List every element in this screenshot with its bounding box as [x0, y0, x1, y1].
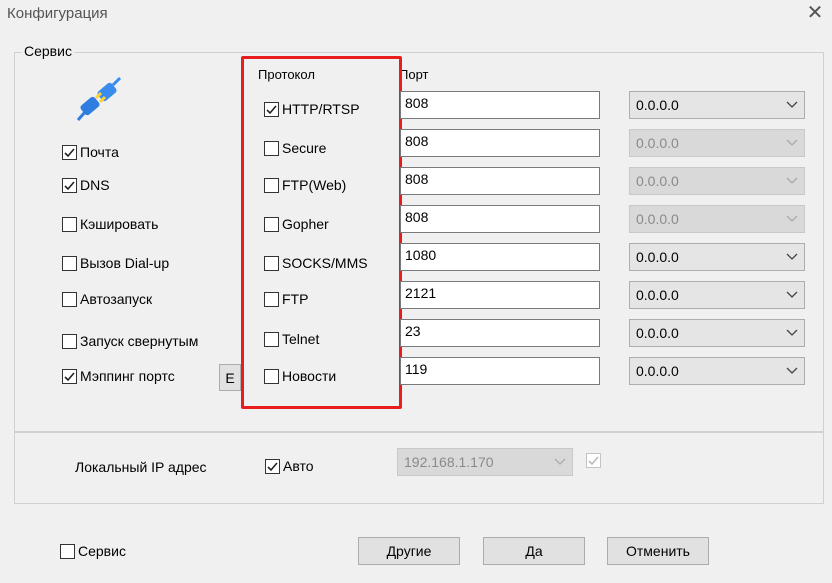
ip-select-news[interactable]: 0.0.0.0 — [629, 357, 805, 385]
port-input-secure[interactable]: 808 — [400, 129, 600, 157]
ip-select-http-rtsp[interactable]: 0.0.0.0 — [629, 91, 805, 119]
checkbox-dns[interactable] — [62, 177, 77, 193]
checkbox-local-ip-extra — [586, 453, 601, 468]
local-ip-auto[interactable]: Авто — [265, 458, 314, 474]
ip-select-value: 0.0.0.0 — [636, 325, 679, 341]
chevron-down-icon — [780, 215, 804, 223]
checkbox-dialup[interactable] — [62, 255, 77, 271]
ip-select-value: 0.0.0.0 — [636, 97, 679, 113]
checkbox-cache[interactable] — [62, 216, 77, 232]
port-input-socks-mms[interactable]: 1080 — [400, 243, 600, 271]
chevron-down-icon — [780, 253, 804, 261]
ip-select-ftp-web: 0.0.0.0 — [629, 167, 805, 195]
chevron-down-icon — [548, 458, 572, 466]
cancel-button[interactable]: Отменить — [607, 537, 709, 565]
label-mail: Почта — [80, 144, 119, 160]
label-dialup: Вызов Dial-up — [80, 255, 170, 271]
label-port-mapping: Мэппинг портс — [80, 368, 175, 384]
ip-select-value: 0.0.0.0 — [636, 249, 679, 265]
local-ip-select: 192.168.1.170 — [397, 448, 573, 476]
ip-select-secure: 0.0.0.0 — [629, 129, 805, 157]
checkbox-start-minimized[interactable] — [62, 333, 77, 349]
port-input-gopher[interactable]: 808 — [400, 205, 600, 233]
ip-select-gopher: 0.0.0.0 — [629, 205, 805, 233]
label-cache: Кэшировать — [80, 216, 159, 232]
service-option-mail[interactable]: Почта — [62, 144, 119, 160]
checkbox-local-ip-auto[interactable] — [265, 458, 280, 474]
ip-select-value: 0.0.0.0 — [636, 287, 679, 303]
label-dns: DNS — [80, 177, 110, 193]
service-group-label: Сервис — [22, 43, 74, 59]
label-footer-service: Сервис — [78, 543, 126, 559]
service-option-dialup[interactable]: Вызов Dial-up — [62, 255, 169, 271]
checkbox-autostart[interactable] — [62, 291, 77, 307]
service-option-port-mapping[interactable]: Мэппинг портс — [62, 368, 212, 384]
local-ip-label: Локальный IP адрес — [75, 459, 207, 475]
port-mapping-edit-button[interactable]: E — [219, 364, 241, 391]
chevron-down-icon — [780, 177, 804, 185]
service-option-cache[interactable]: Кэшировать — [62, 216, 158, 232]
checkbox-footer-service[interactable] — [60, 543, 75, 559]
ip-select-value: 0.0.0.0 — [636, 211, 679, 227]
port-input-news[interactable]: 119 — [400, 357, 600, 385]
ip-select-value: 0.0.0.0 — [636, 363, 679, 379]
label-start-minimized: Запуск свернутым — [80, 333, 199, 349]
service-option-autostart[interactable]: Автозапуск — [62, 291, 152, 307]
ok-button[interactable]: Да — [483, 537, 585, 565]
checkbox-port-mapping[interactable] — [62, 368, 77, 384]
close-icon[interactable]: ✕ — [805, 3, 825, 23]
label-local-ip-auto: Авто — [283, 458, 314, 474]
service-option-start-minimized[interactable]: Запуск свернутым — [62, 333, 198, 349]
label-autostart: Автозапуск — [80, 291, 153, 307]
ip-select-value: 0.0.0.0 — [636, 135, 679, 151]
chevron-down-icon — [780, 291, 804, 299]
footer-service-option[interactable]: Сервис — [60, 543, 126, 559]
chevron-down-icon — [780, 101, 804, 109]
plug-connector-icon — [76, 76, 122, 122]
port-input-telnet[interactable]: 23 — [400, 319, 600, 347]
ip-select-value: 0.0.0.0 — [636, 173, 679, 189]
local-ip-value: 192.168.1.170 — [404, 454, 494, 470]
checkbox-mail[interactable] — [62, 144, 77, 160]
service-option-dns[interactable]: DNS — [62, 177, 110, 193]
ip-select-telnet[interactable]: 0.0.0.0 — [629, 319, 805, 347]
window-title: Конфигурация — [7, 5, 108, 22]
chevron-down-icon — [780, 139, 804, 147]
local-ip-extra-option — [586, 453, 604, 468]
chevron-down-icon — [780, 329, 804, 337]
ip-select-ftp[interactable]: 0.0.0.0 — [629, 281, 805, 309]
chevron-down-icon — [780, 367, 804, 375]
protocol-highlight-frame — [241, 56, 402, 409]
port-header: Порт — [399, 67, 429, 82]
port-input-ftp-web[interactable]: 808 — [400, 167, 600, 195]
ip-select-socks-mms[interactable]: 0.0.0.0 — [629, 243, 805, 271]
other-button[interactable]: Другие — [358, 537, 460, 565]
port-input-ftp[interactable]: 2121 — [400, 281, 600, 309]
port-input-http-rtsp[interactable]: 808 — [400, 91, 600, 119]
